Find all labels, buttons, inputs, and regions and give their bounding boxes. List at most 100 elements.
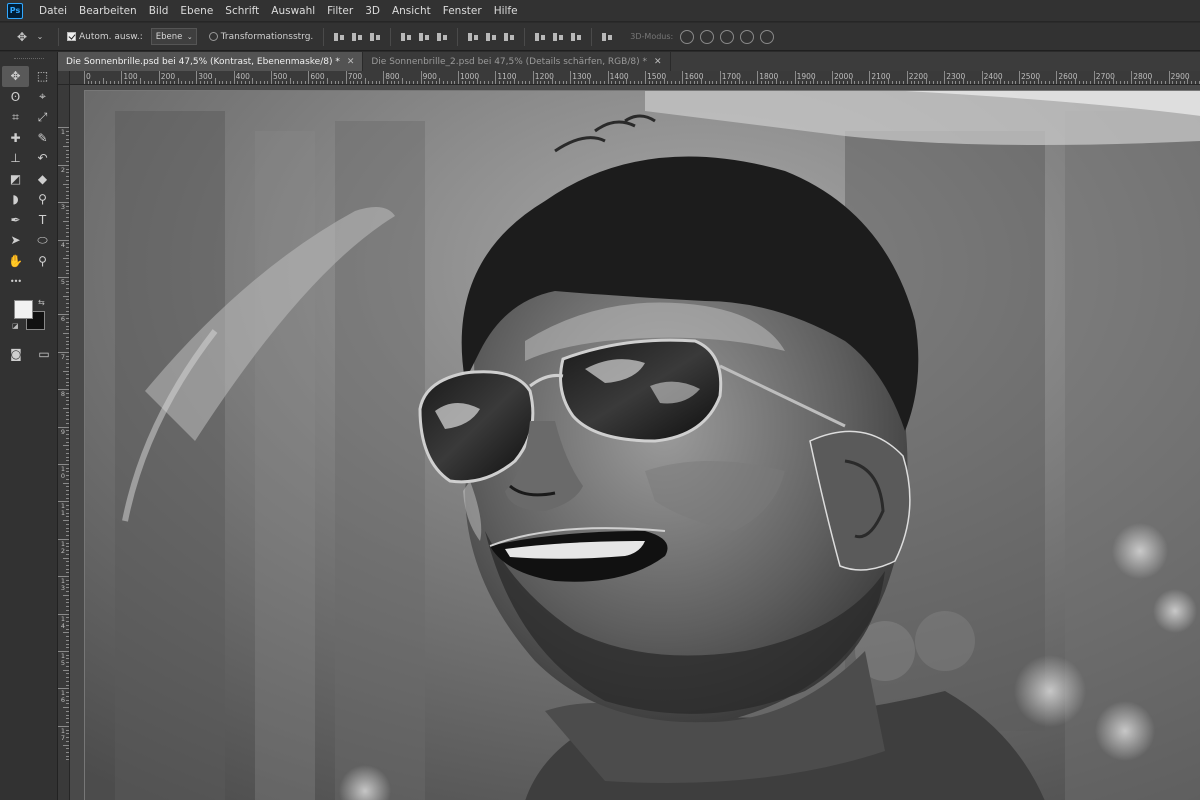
- 3d-pan-icon[interactable]: [720, 29, 735, 44]
- ruler-minor-tick: [1033, 81, 1035, 84]
- menu-auswahl[interactable]: Auswahl: [265, 0, 321, 22]
- align-vcenter-icon[interactable]: [351, 31, 363, 43]
- ruler-minor-tick: [63, 295, 69, 297]
- transform-controls-checkbox[interactable]: [208, 32, 218, 41]
- ruler-minor-tick: [66, 355, 69, 357]
- path-select-tool[interactable]: ➤: [2, 230, 29, 251]
- menu-fenster[interactable]: Fenster: [437, 0, 488, 22]
- ruler-minor-tick: [809, 81, 811, 84]
- align-bottom-icon[interactable]: [369, 31, 381, 43]
- distribute-vcenter-icon[interactable]: [485, 31, 497, 43]
- distribute-hcenter-icon[interactable]: [552, 31, 564, 43]
- zoom-tool[interactable]: ⚲: [29, 251, 56, 272]
- ruler-minor-tick: [431, 81, 433, 84]
- brush-tool[interactable]: ✎: [29, 128, 56, 149]
- type-tool[interactable]: T: [29, 210, 56, 231]
- menu-datei[interactable]: Datei: [33, 0, 73, 22]
- dodge-tool[interactable]: ⚲: [29, 189, 56, 210]
- ruler-minor-tick: [1015, 81, 1017, 84]
- ruler-major-tick: [757, 71, 759, 84]
- ruler-minor-tick: [521, 81, 523, 84]
- history-brush-tool[interactable]: ↶: [29, 148, 56, 169]
- ruler-minor-tick: [66, 475, 69, 477]
- tab-die-sonnenbrille[interactable]: Die Sonnenbrille.psd bei 47,5% (Kontrast…: [58, 52, 364, 71]
- 3d-scale-icon[interactable]: [760, 29, 775, 44]
- ruler-minor-tick: [1063, 81, 1065, 84]
- foreground-color-swatch[interactable]: [14, 299, 33, 319]
- menu-ebene[interactable]: Ebene: [174, 0, 219, 22]
- move-icon[interactable]: ✥: [14, 29, 30, 45]
- menu-ansicht[interactable]: Ansicht: [386, 0, 437, 22]
- ruler-major-tick: [495, 71, 497, 84]
- ruler-minor-tick: [775, 78, 777, 84]
- distribute-bottom-icon[interactable]: [503, 31, 515, 43]
- menu-hilfe[interactable]: Hilfe: [488, 0, 524, 22]
- auto-select-checkbox[interactable]: [67, 32, 76, 41]
- vertical-ruler[interactable]: 1 2 3 4 5 6 7 8 9 10 11 12 13 14 15 16 17: [58, 85, 70, 800]
- ruler-minor-tick: [618, 81, 620, 84]
- menu-filter[interactable]: Filter: [321, 0, 359, 22]
- horizontal-ruler[interactable]: 0 100 200 300 400 500 600 700 800 900 1000 1100 1200…: [70, 71, 1200, 85]
- gradient-tool[interactable]: ◆: [29, 169, 56, 190]
- quick-mask-icon[interactable]: ◙: [8, 346, 24, 362]
- eraser-tool[interactable]: ◩: [2, 169, 29, 190]
- align-hcenter-icon[interactable]: [418, 31, 430, 43]
- chevron-down-icon[interactable]: ⌄: [32, 29, 48, 45]
- healing-tool[interactable]: ✚: [2, 128, 29, 149]
- ruler-minor-tick: [1138, 81, 1140, 84]
- ruler-minor-tick: [66, 456, 69, 458]
- close-icon[interactable]: ✕: [347, 57, 355, 67]
- toolbox-grip[interactable]: [0, 52, 57, 66]
- blur-icon: ◗: [12, 192, 19, 207]
- 3d-roll-icon[interactable]: [700, 29, 715, 44]
- edit-toolbar[interactable]: [29, 271, 56, 292]
- screen-mode-icon[interactable]: ▭: [36, 346, 52, 362]
- 3d-slide-icon[interactable]: [740, 29, 755, 44]
- blur-tool[interactable]: ◗: [2, 189, 29, 210]
- distribute-top-icon[interactable]: [467, 31, 479, 43]
- distribute-left-icon[interactable]: [534, 31, 546, 43]
- ruler-minor-tick: [66, 190, 69, 192]
- ruler-minor-tick: [910, 81, 912, 84]
- move-tool[interactable]: ✥: [2, 66, 29, 87]
- distribute-right-icon[interactable]: [570, 31, 582, 43]
- ruler-minor-tick: [66, 478, 69, 480]
- ruler-minor-tick: [1116, 81, 1118, 84]
- lasso-tool[interactable]: ʘ: [2, 87, 29, 108]
- default-colors-icon[interactable]: ◪: [12, 322, 19, 330]
- quick-select-tool[interactable]: ⌖: [29, 87, 56, 108]
- menu-schrift[interactable]: Schrift: [219, 0, 265, 22]
- ruler-label: 500: [273, 72, 288, 81]
- marquee-tool[interactable]: ⬚: [29, 66, 56, 87]
- more-tools[interactable]: •••: [2, 271, 29, 292]
- canvas-area[interactable]: [70, 85, 1200, 800]
- tab-die-sonnenbrille-2[interactable]: Die Sonnenbrille_2.psd bei 47,5% (Detail…: [363, 52, 671, 71]
- pen-tool[interactable]: ✒: [2, 210, 29, 231]
- ruler-minor-tick: [66, 516, 69, 518]
- menu-bild[interactable]: Bild: [143, 0, 175, 22]
- 3d-orbit-icon[interactable]: [680, 29, 695, 44]
- swap-colors-icon[interactable]: ⇆: [38, 298, 45, 307]
- shape-tool[interactable]: ⬭: [29, 230, 56, 251]
- ruler-minor-tick: [237, 81, 239, 84]
- align-top-icon[interactable]: [333, 31, 345, 43]
- auto-select-target-dropdown[interactable]: Ebene ⌄: [150, 28, 197, 45]
- stamp-tool[interactable]: ⊥: [2, 148, 29, 169]
- color-swatches: ⇆ ◪: [0, 296, 57, 342]
- document-canvas[interactable]: [84, 90, 1200, 800]
- ellipsis-icon: •••: [9, 276, 22, 286]
- move-icon: ✥: [10, 69, 21, 84]
- close-icon[interactable]: ✕: [654, 57, 662, 67]
- align-right-icon[interactable]: [436, 31, 448, 43]
- eyedropper-tool[interactable]: ⤢: [29, 107, 56, 128]
- ruler-minor-tick: [66, 467, 69, 469]
- ruler-minor-tick: [581, 81, 583, 84]
- crop-tool[interactable]: ⌗: [2, 107, 29, 128]
- menu-3d[interactable]: 3D: [359, 0, 386, 22]
- ruler-origin[interactable]: [58, 71, 70, 85]
- menu-bearbeiten[interactable]: Bearbeiten: [73, 0, 143, 22]
- hand-tool[interactable]: ✋: [2, 251, 29, 272]
- auto-align-icon[interactable]: [601, 31, 613, 43]
- ruler-minor-tick: [932, 81, 934, 84]
- align-left-icon[interactable]: [400, 31, 412, 43]
